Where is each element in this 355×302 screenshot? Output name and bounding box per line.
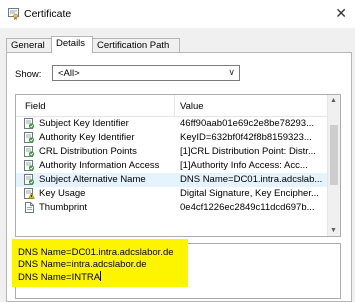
- list-row[interactable]: Thumbprint 0e4cf1226ec2849c11dcd697b...: [16, 201, 328, 215]
- row-value: 46ff90aab01e69c2e8be78293...: [180, 118, 315, 129]
- row-value: Digital Signature, Key Encipher...: [180, 188, 319, 199]
- row-field: Subject Alternative Name: [39, 174, 146, 185]
- certificate-icon: [8, 8, 19, 20]
- extension-icon: [24, 160, 35, 171]
- detail-line: DNS Name=INTRA: [18, 271, 174, 284]
- extension-icon: [24, 118, 35, 129]
- row-field: Thumbprint: [39, 202, 88, 213]
- detail-lines: DNS Name=DC01.intra.adcslabor.de DNS Nam…: [18, 247, 174, 284]
- window-title: Certificate: [24, 8, 72, 20]
- scroll-thumb[interactable]: [330, 125, 338, 185]
- text-caret: [100, 271, 102, 281]
- list-row[interactable]: Subject Key Identifier 46ff90aab01e69c2e8…: [16, 117, 328, 131]
- show-select-value: <All>: [58, 68, 80, 79]
- close-icon[interactable]: ✕: [335, 5, 347, 21]
- list-row[interactable]: Authority Key Identifier KeyID=632bf0f42f…: [16, 131, 328, 145]
- list-row[interactable]: Key Usage Digital Signature, Key Encipher…: [16, 187, 328, 201]
- list-row[interactable]: CRL Distribution Points [1]CRL Distributi…: [16, 145, 328, 159]
- row-field: Key Usage: [39, 188, 86, 199]
- extension-icon: [24, 146, 35, 157]
- list-row[interactable]: Authority Information Access [1]Authority…: [16, 159, 328, 173]
- chevron-down-icon: ∨: [228, 67, 235, 77]
- row-value: [1]CRL Distribution Point: Distr...: [180, 146, 316, 157]
- column-header-value[interactable]: Value: [180, 101, 204, 112]
- field-list[interactable]: Field Value Subject Key Identifier 46ff90…: [15, 94, 341, 237]
- document-icon: [24, 202, 35, 213]
- list-body: Subject Key Identifier 46ff90aab01e69c2e8…: [16, 117, 328, 215]
- row-field: CRL Distribution Points: [39, 146, 137, 157]
- row-value: [1]Authority Info Access: Acc...: [180, 160, 308, 171]
- extension-icon: [24, 132, 35, 143]
- title-bar: Certificate ✕: [0, 0, 355, 28]
- column-header-field[interactable]: Field: [25, 101, 46, 112]
- row-field: Subject Key Identifier: [39, 118, 129, 129]
- scroll-up-icon[interactable]: ▲: [330, 97, 337, 104]
- critical-extension-icon: [24, 188, 35, 199]
- detail-line-text: DNS Name=INTRA: [18, 272, 101, 283]
- show-select[interactable]: <All> ∨: [52, 65, 240, 81]
- row-value: KeyID=632bf0f42f8b8159323...: [180, 132, 312, 143]
- list-header: Field Value: [16, 95, 328, 117]
- tab-certification-path[interactable]: Certification Path: [92, 38, 180, 52]
- row-value: DNS Name=DC01.intra.adcslab...: [180, 174, 323, 185]
- list-scrollbar[interactable]: ▲ ▼: [327, 95, 340, 236]
- list-row[interactable]: Subject Alternative Name DNS Name=DC01.in…: [16, 173, 328, 187]
- detail-line: DNS Name=intra.adcslabor.de: [18, 259, 147, 270]
- extension-icon: [24, 174, 35, 185]
- detail-line: DNS Name=DC01.intra.adcslabor.de: [18, 247, 174, 258]
- scroll-down-icon[interactable]: ▼: [330, 227, 337, 234]
- column-separator: [174, 95, 175, 116]
- row-field: Authority Information Access: [39, 160, 160, 171]
- tab-details[interactable]: Details: [51, 36, 93, 53]
- tab-strip: General Details Certification Path: [6, 36, 352, 53]
- row-value: 0e4cf1226ec2849c11dcd697b...: [180, 202, 315, 213]
- tab-general[interactable]: General: [6, 38, 52, 52]
- row-field: Authority Key Identifier: [39, 132, 135, 143]
- show-label: Show:: [15, 69, 42, 80]
